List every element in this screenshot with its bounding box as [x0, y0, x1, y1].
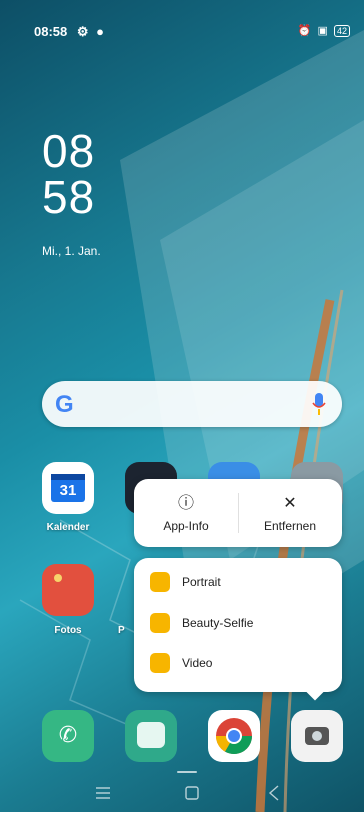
microphone-icon[interactable] — [312, 393, 326, 415]
close-icon: ✕ — [283, 495, 297, 512]
kalender-label: Kalender — [46, 522, 90, 533]
phone-icon: ✆ — [58, 722, 78, 747]
alarm-icon: ⏰ — [297, 25, 312, 37]
google-logo-icon: G — [55, 391, 74, 418]
nfc-icon: ▣ — [317, 25, 328, 37]
chrome-icon — [216, 718, 252, 755]
navigation-bar — [0, 770, 364, 812]
status-icons-right: ⏰ ▣ 42 — [298, 24, 350, 37]
multitask-app-icon[interactable] — [125, 710, 177, 762]
battery-icon: 42 — [333, 25, 350, 37]
clock-hour: 08 — [42, 125, 96, 177]
fotos-app-icon[interactable] — [42, 564, 94, 616]
beauty-selfie-icon — [150, 613, 170, 633]
portrait-icon — [150, 572, 170, 592]
app-info-button[interactable]: ⓘ App-Info — [134, 479, 238, 547]
gear-icon: ⚙ — [76, 24, 89, 39]
phone-app-icon[interactable]: ✆ — [42, 710, 94, 762]
shortcut-portrait[interactable]: Portrait — [134, 563, 342, 603]
shortcut-video[interactable]: Video — [134, 644, 342, 684]
shortcut-beauty-selfie[interactable]: Beauty-Selfie — [134, 604, 342, 644]
status-time: 08:58 ⚙ ● — [34, 24, 105, 39]
video-icon — [150, 653, 170, 673]
location-icon: ● — [96, 24, 105, 39]
home-icon — [185, 786, 199, 800]
remove-button[interactable]: ✕ Entfernen — [238, 479, 342, 547]
camera-shortcuts-menu: Portrait Beauty-Selfie Video — [134, 558, 342, 701]
back-icon — [268, 785, 279, 801]
app-context-menu: ⓘ App-Info ✕ Entfernen — [134, 479, 342, 547]
clock-minute: 58 — [42, 171, 96, 223]
fotos-label: Fotos — [54, 625, 82, 636]
clock-date: Mi., 1. Jan. — [42, 244, 101, 258]
kalender-app-icon[interactable]: 31 — [42, 462, 94, 514]
info-icon: ⓘ — [177, 495, 194, 512]
camera-app-icon[interactable] — [291, 710, 343, 762]
google-search-bar[interactable]: G — [42, 381, 342, 427]
clock-widget[interactable]: 08 58 — [42, 128, 95, 220]
chrome-app-icon[interactable] — [208, 710, 260, 762]
